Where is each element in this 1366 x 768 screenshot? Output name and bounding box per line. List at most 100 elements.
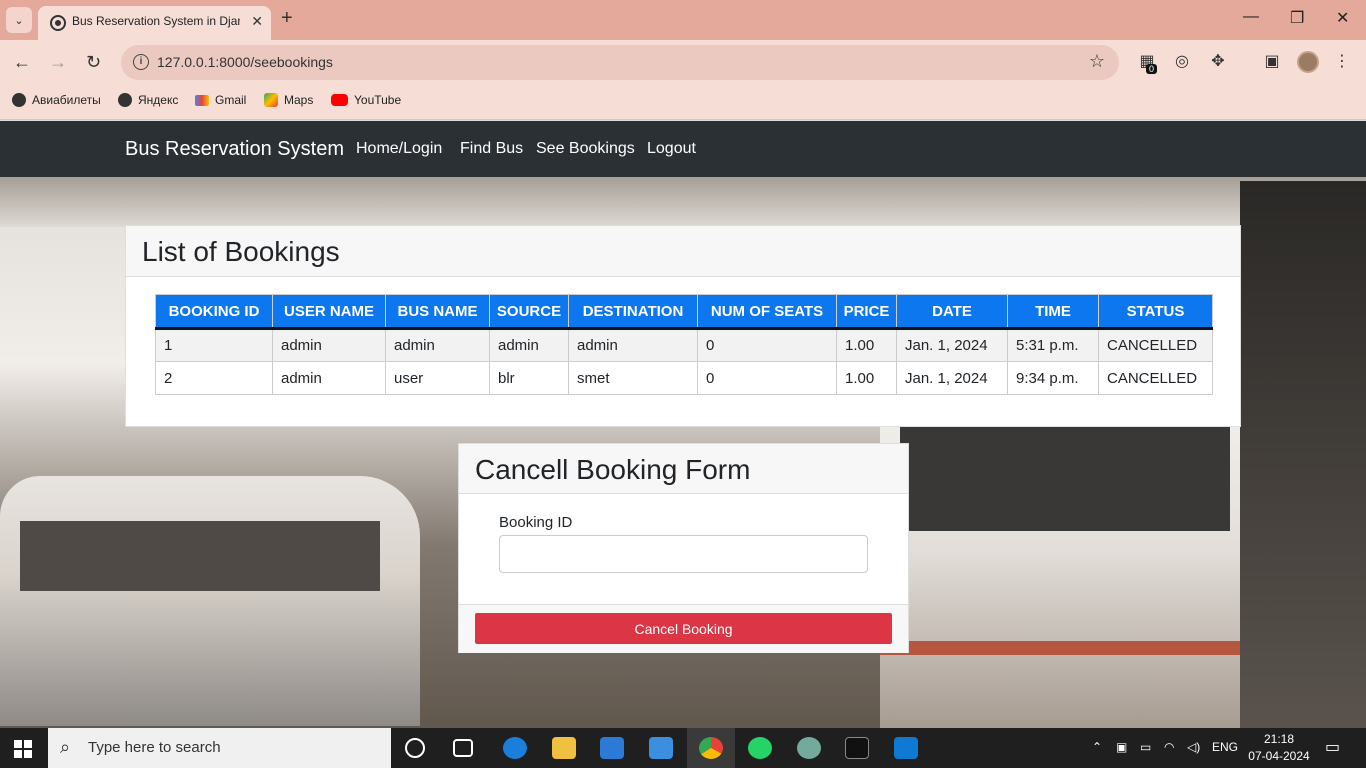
navbar-brand[interactable]: Bus Reservation System: [125, 138, 344, 161]
extension-2-icon[interactable]: ◎: [1173, 53, 1191, 71]
table-header-row: BOOKING ID USER NAME BUS NAME SOURCE DES…: [155, 294, 1213, 330]
cancel-form-title: Cancell Booking Form: [459, 444, 908, 494]
nav-logout[interactable]: Logout: [647, 140, 696, 158]
extension-badge: 0: [1146, 64, 1158, 74]
table-cell: Jan. 1, 2024: [896, 328, 1008, 362]
address-bar[interactable]: i 127.0.0.1:8000/seebookings ☆: [121, 45, 1119, 80]
column-header: SOURCE: [489, 294, 569, 330]
new-tab-icon[interactable]: +: [281, 7, 293, 30]
column-header: STATUS: [1098, 294, 1213, 330]
table-cell: 2: [155, 361, 273, 395]
whatsapp-icon[interactable]: [748, 737, 772, 759]
notifications-icon[interactable]: ▭: [1325, 737, 1340, 757]
store-icon[interactable]: [600, 737, 624, 759]
browser-tabstrip: ⌄ Bus Reservation System in Djan ✕ + — ❐…: [0, 0, 1366, 40]
bookings-title: List of Bookings: [126, 226, 1240, 277]
table-cell: blr: [489, 361, 569, 395]
cancel-booking-card: Cancell Booking Form Booking ID Cancel B…: [458, 443, 909, 653]
close-window-icon[interactable]: ✕: [1336, 8, 1349, 28]
column-header: TIME: [1007, 294, 1099, 330]
minimize-icon[interactable]: —: [1243, 8, 1259, 26]
bookings-table: BOOKING ID USER NAME BUS NAME SOURCE DES…: [155, 294, 1213, 395]
bookmarks-bar: Авиабилеты Яндекс Gmail Maps YouTube: [0, 86, 1366, 120]
nav-find-bus[interactable]: Find Bus: [460, 140, 523, 158]
restore-icon[interactable]: ❐: [1290, 8, 1304, 28]
youtube-icon: [331, 94, 348, 106]
table-cell: 9:34 p.m.: [1007, 361, 1099, 395]
table-cell: admin: [272, 328, 386, 362]
close-tab-icon[interactable]: ✕: [251, 13, 263, 30]
column-header: DESTINATION: [568, 294, 698, 330]
menu-icon[interactable]: ⋮: [1333, 53, 1351, 71]
site-navbar: Bus Reservation System Home/Login Find B…: [0, 121, 1366, 177]
file-explorer-icon[interactable]: [552, 737, 576, 759]
table-cell: user: [385, 361, 490, 395]
site-info-icon[interactable]: i: [133, 54, 149, 70]
clock-time: 21:18: [1263, 732, 1295, 746]
battery-icon[interactable]: ▭: [1140, 740, 1151, 754]
forward-icon[interactable]: →: [49, 52, 67, 73]
booking-id-label: Booking ID: [499, 514, 573, 531]
chatgpt-icon[interactable]: [797, 737, 821, 759]
table-cell: 1.00: [836, 328, 897, 362]
url-text[interactable]: 127.0.0.1:8000/seebookings: [157, 54, 333, 70]
volume-icon[interactable]: ◁): [1187, 740, 1200, 754]
maps-icon: [264, 93, 278, 107]
mail-icon[interactable]: [649, 737, 673, 759]
cortana-icon[interactable]: [405, 738, 425, 758]
terminal-icon[interactable]: [845, 737, 869, 759]
back-icon[interactable]: ←: [13, 52, 31, 73]
column-header: DATE: [896, 294, 1008, 330]
column-header: BUS NAME: [385, 294, 490, 330]
vscode-icon[interactable]: [894, 737, 918, 759]
bookmark-gmail[interactable]: Gmail: [195, 93, 246, 107]
bookmark-aviabilety[interactable]: Авиабилеты: [12, 93, 101, 107]
table-cell: 0: [697, 328, 837, 362]
bookings-card: List of Bookings BOOKING ID USER NAME BU…: [125, 225, 1241, 427]
column-header: USER NAME: [272, 294, 386, 330]
reload-icon[interactable]: ↻: [86, 52, 101, 73]
windows-start-icon[interactable]: [14, 740, 32, 758]
nav-see-bookings[interactable]: See Bookings: [536, 140, 635, 158]
table-cell: admin: [385, 328, 490, 362]
clock[interactable]: 21:18 07-04-2024: [1248, 731, 1310, 765]
favicon-icon: [50, 15, 66, 31]
profile-avatar[interactable]: [1297, 51, 1319, 73]
tray-chevron-icon[interactable]: ⌃: [1092, 740, 1102, 754]
side-panel-icon[interactable]: ▣: [1263, 53, 1281, 71]
table-cell: CANCELLED: [1098, 328, 1213, 362]
tray-app-icon[interactable]: ▣: [1116, 740, 1127, 754]
edge-icon[interactable]: [503, 737, 527, 759]
taskbar-search[interactable]: ⌕ Type here to search: [48, 728, 391, 768]
table-cell: 1.00: [836, 361, 897, 395]
wifi-icon[interactable]: ◠: [1164, 740, 1174, 754]
table-cell: CANCELLED: [1098, 361, 1213, 395]
language-indicator[interactable]: ENG: [1212, 740, 1238, 754]
table-cell: 1: [155, 328, 273, 362]
table-cell: admin: [272, 361, 386, 395]
tab-search-button[interactable]: ⌄: [6, 7, 32, 33]
chrome-icon[interactable]: [699, 737, 723, 759]
column-header: BOOKING ID: [155, 294, 273, 330]
booking-id-input[interactable]: [499, 535, 868, 573]
bookmark-maps[interactable]: Maps: [264, 93, 313, 107]
cancel-booking-button[interactable]: Cancel Booking: [475, 613, 892, 644]
cancel-card-footer: Cancel Booking: [459, 604, 908, 653]
clock-date: 07-04-2024: [1248, 749, 1310, 763]
search-placeholder: Type here to search: [88, 739, 221, 756]
table-cell: 5:31 p.m.: [1007, 328, 1099, 362]
search-icon: ⌕: [60, 737, 71, 757]
background-image: [0, 177, 1366, 227]
table-cell: smet: [568, 361, 698, 395]
nav-home-login[interactable]: Home/Login: [356, 140, 442, 158]
task-view-icon[interactable]: [453, 739, 473, 757]
table-cell: 0: [697, 361, 837, 395]
browser-tab[interactable]: Bus Reservation System in Djan ✕: [38, 6, 271, 40]
gmail-icon: [195, 94, 209, 106]
bookmark-star-icon[interactable]: ☆: [1089, 51, 1105, 72]
windows-taskbar: ⌕ Type here to search ⌃ ▣ ▭ ◠ ◁) ENG 21:…: [0, 728, 1366, 768]
bookmark-yandex[interactable]: Яндекс: [118, 93, 178, 107]
table-cell: Jan. 1, 2024: [896, 361, 1008, 395]
bookmark-youtube[interactable]: YouTube: [331, 93, 401, 107]
puzzle-icon[interactable]: ✥: [1209, 53, 1227, 71]
